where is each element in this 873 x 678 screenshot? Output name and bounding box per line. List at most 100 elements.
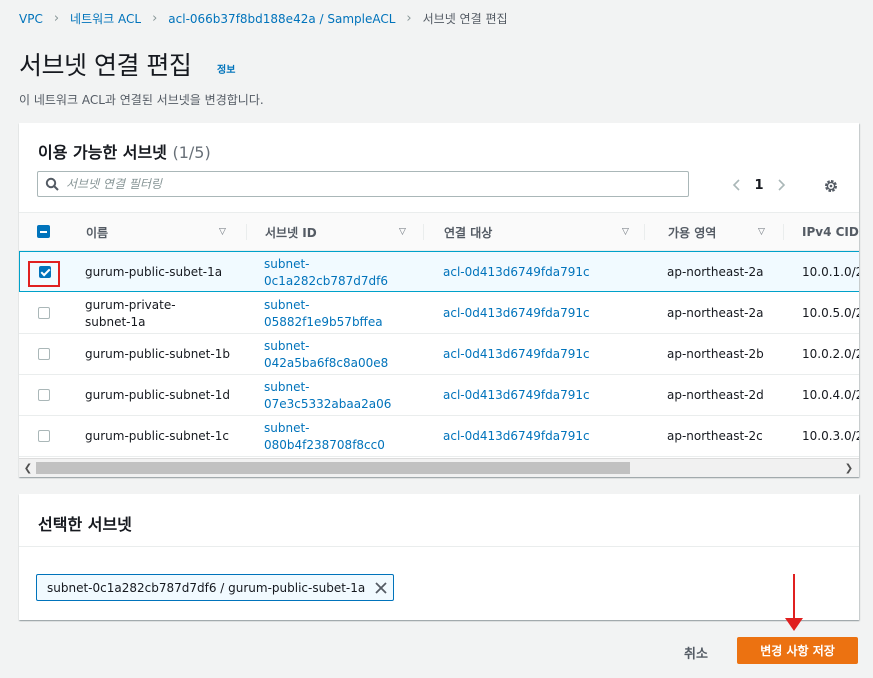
- subnet-name: gurum-private-subnet-1a: [85, 297, 176, 329]
- subnet-id: subnet- 05882f1e9b57bffea: [264, 297, 383, 331]
- ipv4-cidr: 10.0.1.0/24: [802, 265, 859, 279]
- breadcrumb-network-acl[interactable]: 네트워크 ACL: [70, 10, 141, 27]
- association-link[interactable]: acl-0d413d6749fda791c: [443, 375, 643, 416]
- subnet-id-suffix: 07e3c5332abaa2a06: [264, 396, 392, 411]
- row-checkbox[interactable]: [38, 307, 50, 319]
- association-link[interactable]: acl-0d413d6749fda791c: [443, 252, 643, 293]
- breadcrumb-current: 서브넷 연결 편집: [422, 12, 508, 26]
- subnet-id-link[interactable]: subnet- 0c1a282cb787d7df6: [264, 252, 424, 293]
- table-row[interactable]: gurum-public-subnet-1d subnet- 07e3c5332a…: [19, 375, 859, 416]
- availability-zone: ap-northeast-2d: [667, 388, 764, 402]
- chevron-right-icon: ›: [152, 11, 158, 26]
- subnet-id: subnet- 042a5ba6f8c8a00e8: [264, 338, 388, 372]
- cancel-button[interactable]: 취소: [672, 640, 720, 664]
- subnet-id-prefix: subnet-: [264, 256, 310, 271]
- selection-count: (1/5): [172, 143, 211, 162]
- info-link[interactable]: 정보: [217, 61, 235, 76]
- table-row[interactable]: gurum-public-subnet-1c subnet- 080b4f2387…: [19, 416, 859, 457]
- prev-page-icon[interactable]: [727, 175, 747, 195]
- column-header-label: IPv4 CIDR: [802, 225, 859, 239]
- subnet-id-link[interactable]: subnet- 05882f1e9b57bffea: [264, 293, 424, 334]
- column-divider: [783, 224, 784, 240]
- subnet-name: gurum-public-subet-1a: [85, 265, 223, 279]
- subnet-id-link[interactable]: subnet- 080b4f238708f8cc0: [264, 416, 424, 457]
- row-checkbox[interactable]: [38, 348, 50, 360]
- subnet-id-prefix: subnet-: [264, 297, 310, 312]
- subnet-name: gurum-public-subnet-1b: [85, 347, 230, 361]
- column-ipv4-cidr[interactable]: IPv4 CIDR: [802, 213, 859, 251]
- close-icon[interactable]: [369, 575, 393, 600]
- column-divider: [246, 224, 247, 240]
- availability-zone: ap-northeast-2c: [667, 429, 763, 443]
- column-divider: [423, 224, 424, 240]
- availability-zone: ap-northeast-2a: [667, 306, 764, 320]
- scroll-left-icon[interactable]: ❮: [21, 461, 35, 475]
- subnet-id-link[interactable]: subnet- 07e3c5332abaa2a06: [264, 375, 424, 416]
- pagination: 1: [727, 175, 791, 195]
- subnet-id-prefix: subnet-: [264, 338, 310, 353]
- ipv4-cidr: 10.0.2.0/24: [802, 347, 859, 361]
- available-subnets-panel: 이용 가능한 서브넷 (1/5) 1 이름 ▽: [19, 123, 859, 477]
- page-number[interactable]: 1: [751, 178, 767, 193]
- selected-panel-title: 선택한 서브넷: [38, 515, 132, 534]
- availability-zone: ap-northeast-2b: [667, 347, 764, 361]
- panel-title: 이용 가능한 서브넷 (1/5): [38, 139, 211, 163]
- divider: [19, 546, 859, 547]
- ipv4-cidr: 10.0.4.0/24: [802, 388, 859, 402]
- scroll-right-icon[interactable]: ❯: [842, 461, 856, 475]
- row-checkbox[interactable]: [38, 430, 50, 442]
- sort-down-icon: ▽: [622, 227, 629, 237]
- subnet-id: subnet- 07e3c5332abaa2a06: [264, 379, 391, 413]
- subnet-id-prefix: subnet-: [264, 379, 310, 394]
- search-icon: [38, 172, 66, 196]
- subnet-id-prefix: subnet-: [264, 420, 310, 435]
- next-page-icon[interactable]: [771, 175, 791, 195]
- association-link[interactable]: acl-0d413d6749fda791c: [443, 293, 643, 334]
- sort-down-icon: ▽: [219, 227, 226, 237]
- panel-title-text: 이용 가능한 서브넷: [38, 143, 167, 162]
- scrollbar-thumb[interactable]: [36, 462, 630, 474]
- subnet-id-suffix: 080b4f238708f8cc0: [264, 437, 385, 452]
- page-title: 서브넷 연결 편집: [19, 51, 192, 80]
- column-header-label: 가용 영역: [668, 225, 717, 240]
- table-row[interactable]: gurum-private-subnet-1a subnet- 05882f1e9…: [19, 293, 859, 334]
- subnet-id-suffix: 0c1a282cb787d7df6: [264, 273, 388, 288]
- table-header: 이름 ▽ 서브넷 ID ▽ 연결 대상 ▽ 가용 영역 ▽ IPv4 CIDR: [19, 213, 859, 251]
- column-association[interactable]: 연결 대상 ▽: [444, 213, 645, 251]
- breadcrumb-acl[interactable]: acl-066b37f8bd188e42a / SampleACL: [168, 12, 395, 26]
- subnet-id-link[interactable]: subnet- 042a5ba6f8c8a00e8: [264, 334, 424, 375]
- save-changes-button[interactable]: 변경 사항 저장: [737, 637, 858, 664]
- column-header-label: 이름: [86, 225, 109, 240]
- chevron-right-icon: ›: [406, 11, 412, 26]
- ipv4-cidr: 10.0.3.0/24: [802, 429, 859, 443]
- sort-down-icon: ▽: [758, 227, 765, 237]
- horizontal-scrollbar[interactable]: ❮ ❯: [19, 458, 859, 477]
- breadcrumb-vpc[interactable]: VPC: [19, 12, 43, 26]
- subnet-filter[interactable]: [37, 171, 689, 197]
- column-availability-zone[interactable]: 가용 영역 ▽: [668, 213, 788, 251]
- selected-subnet-token: subnet-0c1a282cb787d7df6 / gurum-public-…: [36, 574, 395, 601]
- row-checkbox[interactable]: [38, 389, 50, 401]
- arrow-down-icon: [785, 574, 803, 631]
- subnet-table: 이름 ▽ 서브넷 ID ▽ 연결 대상 ▽ 가용 영역 ▽ IPv4 CIDR: [19, 212, 859, 458]
- subnet-id: subnet- 080b4f238708f8cc0: [264, 420, 385, 454]
- ipv4-cidr: 10.0.5.0/24: [802, 306, 859, 320]
- token-label: subnet-0c1a282cb787d7df6 / gurum-public-…: [47, 580, 366, 595]
- column-name[interactable]: 이름 ▽: [86, 213, 247, 251]
- column-divider: [644, 224, 645, 240]
- subnet-id-suffix: 042a5ba6f8c8a00e8: [264, 355, 389, 370]
- column-subnet-id[interactable]: 서브넷 ID ▽: [265, 213, 425, 251]
- sort-down-icon: ▽: [399, 227, 406, 237]
- page-description: 이 네트워크 ACL과 연결된 서브넷을 변경합니다.: [19, 93, 264, 107]
- subnet-id-suffix: 05882f1e9b57bffea: [264, 314, 383, 329]
- table-row[interactable]: gurum-public-subet-1a subnet- 0c1a282cb78…: [19, 251, 859, 292]
- association-link[interactable]: acl-0d413d6749fda791c: [443, 334, 643, 375]
- subnet-filter-input[interactable]: [66, 177, 666, 191]
- chevron-right-icon: ›: [53, 11, 60, 26]
- association-link[interactable]: acl-0d413d6749fda791c: [443, 416, 643, 457]
- subnet-name: gurum-public-subnet-1c: [85, 429, 229, 443]
- select-all-checkbox[interactable]: [37, 225, 50, 238]
- table-row[interactable]: gurum-public-subnet-1b subnet- 042a5ba6f8…: [19, 334, 859, 375]
- gear-icon[interactable]: [821, 176, 841, 196]
- highlight-box: [28, 261, 60, 287]
